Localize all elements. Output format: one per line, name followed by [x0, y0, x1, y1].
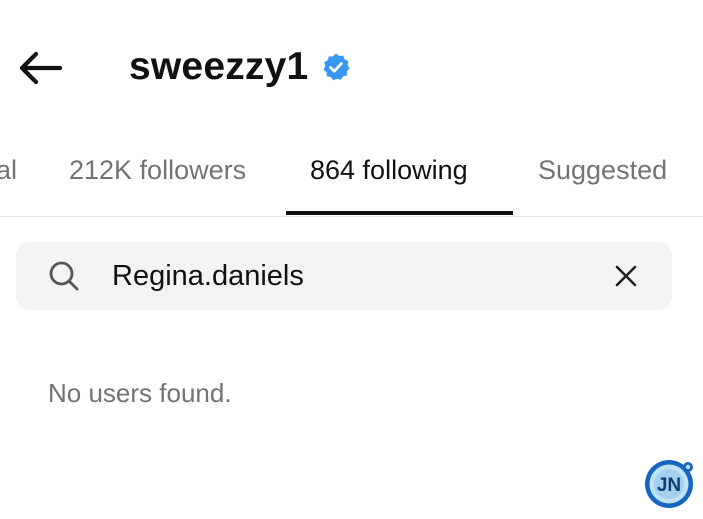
close-icon[interactable] [612, 262, 640, 290]
back-button[interactable] [14, 46, 66, 90]
arrow-left-icon [19, 51, 63, 85]
tab-mutual[interactable]: al [0, 140, 17, 216]
search-bar [16, 242, 672, 310]
tab-following[interactable]: 864 following [310, 140, 468, 216]
verified-badge-icon [321, 52, 351, 82]
following-screen: sweezzy1 al 212K followers 864 following… [0, 0, 703, 519]
tab-followers[interactable]: 212K followers [69, 140, 246, 216]
search-input[interactable] [112, 256, 592, 296]
profile-username: sweezzy1 [129, 45, 309, 88]
active-tab-indicator [286, 211, 513, 215]
tab-suggested[interactable]: Suggested [538, 140, 667, 216]
watermark-logo: JN [643, 458, 695, 510]
empty-results-message: No users found. [48, 378, 232, 408]
search-icon [49, 261, 79, 291]
page-header: sweezzy1 [129, 42, 351, 92]
watermark-text: JN [657, 475, 681, 496]
tab-bar: al 212K followers 864 following Suggeste… [0, 140, 703, 217]
